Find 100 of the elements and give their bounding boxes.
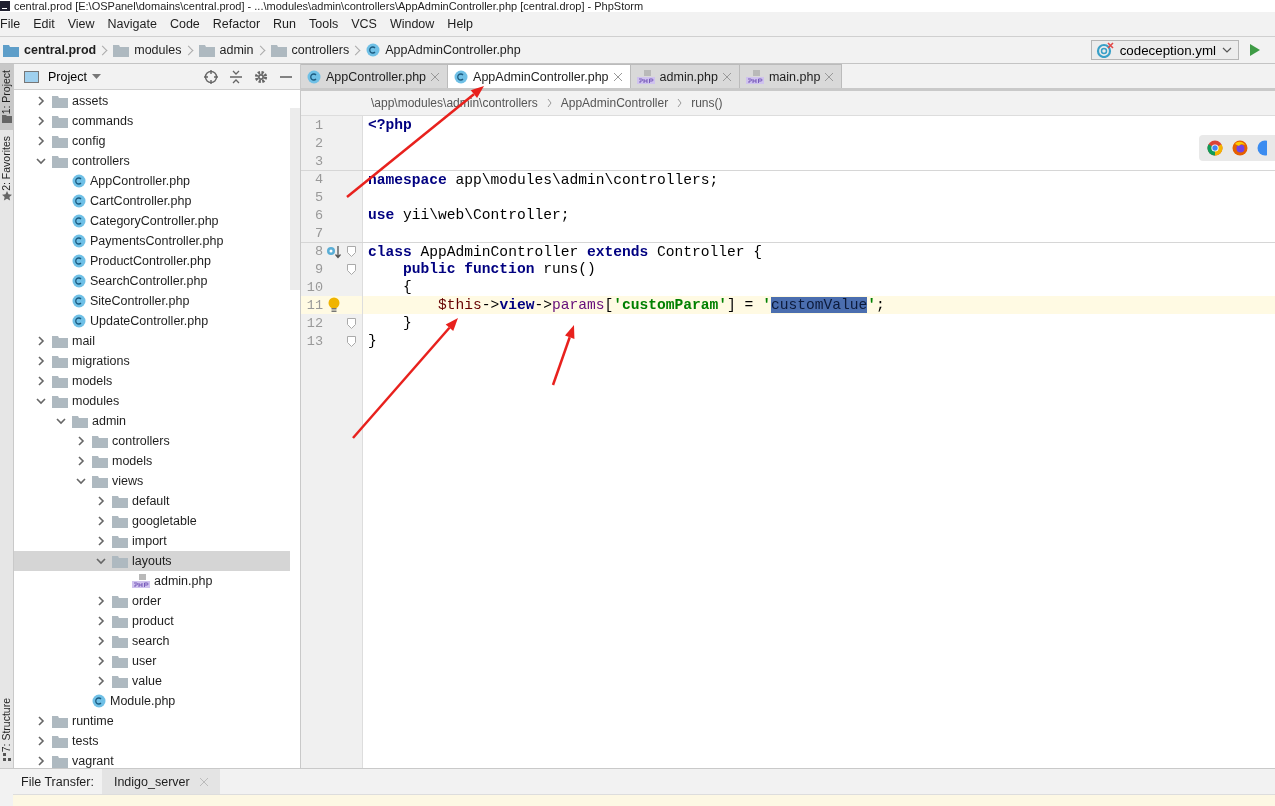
- tree-item[interactable]: models: [14, 451, 290, 471]
- breadcrumb-item[interactable]: AppAdminController: [560, 96, 669, 110]
- tool-window-tab[interactable]: 7: Structure: [0, 691, 13, 768]
- menu-item[interactable]: Run: [267, 14, 303, 34]
- tree-item[interactable]: user: [14, 651, 290, 671]
- tree-item[interactable]: CategoryController.php: [14, 211, 290, 231]
- tree-item[interactable]: SearchController.php: [14, 271, 290, 291]
- close-icon[interactable]: [613, 72, 622, 81]
- close-icon[interactable]: [722, 72, 731, 81]
- tree-item[interactable]: commands: [14, 111, 290, 131]
- folder-icon: [112, 634, 128, 648]
- tree-item[interactable]: product: [14, 611, 290, 631]
- menu-item[interactable]: Refactor: [206, 14, 268, 34]
- line-number: 6: [313, 207, 323, 223]
- menu-item[interactable]: Navigate: [101, 14, 164, 34]
- tree-item[interactable]: models: [14, 371, 290, 391]
- class-icon: [72, 294, 86, 308]
- breadcrumb-item[interactable]: central.prod: [0, 43, 100, 57]
- class-icon: [72, 194, 86, 208]
- close-icon[interactable]: [825, 72, 834, 81]
- line-number: 12: [305, 315, 323, 331]
- class-icon: [366, 43, 381, 57]
- tool-window-tab[interactable]: 2: Favorites: [0, 130, 13, 208]
- favorites-icon: [1, 191, 12, 202]
- breadcrumb-item[interactable]: admin: [195, 43, 257, 57]
- fold-marker-icon[interactable]: [346, 335, 356, 347]
- breadcrumb-item[interactable]: controllers: [267, 43, 353, 57]
- close-icon[interactable]: [199, 777, 208, 786]
- tree-item[interactable]: controllers: [14, 431, 290, 451]
- tool-window-tab[interactable]: 1: Project: [0, 64, 13, 131]
- fold-marker-icon[interactable]: [346, 263, 356, 275]
- menu-item[interactable]: Help: [441, 14, 481, 34]
- breadcrumb-item[interactable]: AppAdminController.php: [363, 43, 524, 57]
- lightbulb-icon[interactable]: [328, 297, 340, 313]
- class-icon: [72, 274, 86, 288]
- tree-item[interactable]: default: [14, 491, 290, 511]
- tree-item[interactable]: googletable: [14, 511, 290, 531]
- folder-icon: [112, 654, 128, 668]
- editor-tab[interactable]: AppAdminController.php: [448, 64, 631, 88]
- editor-tab[interactable]: main.php: [739, 64, 843, 88]
- tree-item[interactable]: admin.php: [14, 571, 290, 591]
- menu-item[interactable]: VCS: [345, 14, 384, 34]
- fold-marker-icon[interactable]: [346, 317, 356, 329]
- firefox-icon[interactable]: [1232, 140, 1248, 156]
- tree-item[interactable]: PaymentsController.php: [14, 231, 290, 251]
- folder-icon: [92, 454, 108, 468]
- code-line: $this->view->params['customParam'] = 'customValue';: [437, 297, 885, 313]
- tree-item[interactable]: CartController.php: [14, 191, 290, 211]
- tree-item[interactable]: tests: [14, 731, 290, 751]
- code-line: namespace app\modules\admin\controllers;: [367, 171, 719, 188]
- run-icon[interactable]: [1249, 43, 1261, 57]
- server-tab[interactable]: Indigo_server: [101, 769, 220, 794]
- tree-item[interactable]: search: [14, 631, 290, 651]
- menu-item[interactable]: File: [0, 14, 28, 34]
- tree-item[interactable]: layouts: [14, 551, 290, 571]
- tree-item[interactable]: Module.php: [14, 691, 290, 711]
- tree-item[interactable]: vagrant: [14, 751, 290, 771]
- tree-item[interactable]: AppController.php: [14, 171, 290, 191]
- tree-item[interactable]: SiteController.php: [14, 291, 290, 311]
- menu-item[interactable]: Code: [163, 14, 207, 34]
- breadcrumb-item[interactable]: runs(): [691, 96, 723, 110]
- tree-item[interactable]: ProductController.php: [14, 251, 290, 271]
- fold-marker-icon[interactable]: [346, 246, 356, 257]
- editor-tab[interactable]: admin.php: [630, 64, 740, 88]
- tree-item[interactable]: order: [14, 591, 290, 611]
- class-icon: [92, 694, 106, 708]
- folder-icon: [52, 714, 68, 728]
- tree-item[interactable]: UpdateController.php: [14, 311, 290, 331]
- menu-item[interactable]: View: [61, 14, 102, 34]
- breadcrumb-item[interactable]: modules: [110, 43, 185, 57]
- tree-item[interactable]: modules: [14, 391, 290, 411]
- tree-item[interactable]: import: [14, 531, 290, 551]
- close-icon[interactable]: [431, 72, 440, 81]
- override-icon[interactable]: [326, 244, 342, 259]
- tree-item[interactable]: admin: [14, 411, 290, 431]
- menu-item[interactable]: Edit: [27, 14, 62, 34]
- tree-item[interactable]: views: [14, 471, 290, 491]
- scrollbar[interactable]: [290, 108, 300, 290]
- tree-item[interactable]: migrations: [14, 351, 290, 371]
- php-file-icon: [636, 69, 655, 84]
- folder-icon: [92, 474, 108, 488]
- tree-item[interactable]: config: [14, 131, 290, 151]
- tree-item[interactable]: assets: [14, 91, 290, 111]
- tree-item[interactable]: mail: [14, 331, 290, 351]
- menu-item[interactable]: Tools: [303, 14, 346, 34]
- line-number: 2: [313, 135, 323, 151]
- browser-icon[interactable]: [1257, 140, 1267, 156]
- project-view-dropdown[interactable]: Project: [45, 69, 104, 84]
- folder-icon: [52, 154, 68, 168]
- collapse-icon[interactable]: [230, 69, 242, 84]
- folder-icon: [112, 554, 128, 568]
- editor-tab[interactable]: AppController.php: [301, 64, 449, 88]
- tree-item[interactable]: controllers: [14, 151, 290, 171]
- run-configuration-dropdown[interactable]: codeception.yml: [1090, 40, 1239, 60]
- menu-item[interactable]: Window: [383, 14, 442, 34]
- tree-item[interactable]: value: [14, 671, 290, 691]
- settings-icon[interactable]: [254, 69, 268, 84]
- locate-icon[interactable]: [204, 69, 218, 84]
- tree-item[interactable]: runtime: [14, 711, 290, 731]
- chrome-icon[interactable]: [1207, 140, 1223, 156]
